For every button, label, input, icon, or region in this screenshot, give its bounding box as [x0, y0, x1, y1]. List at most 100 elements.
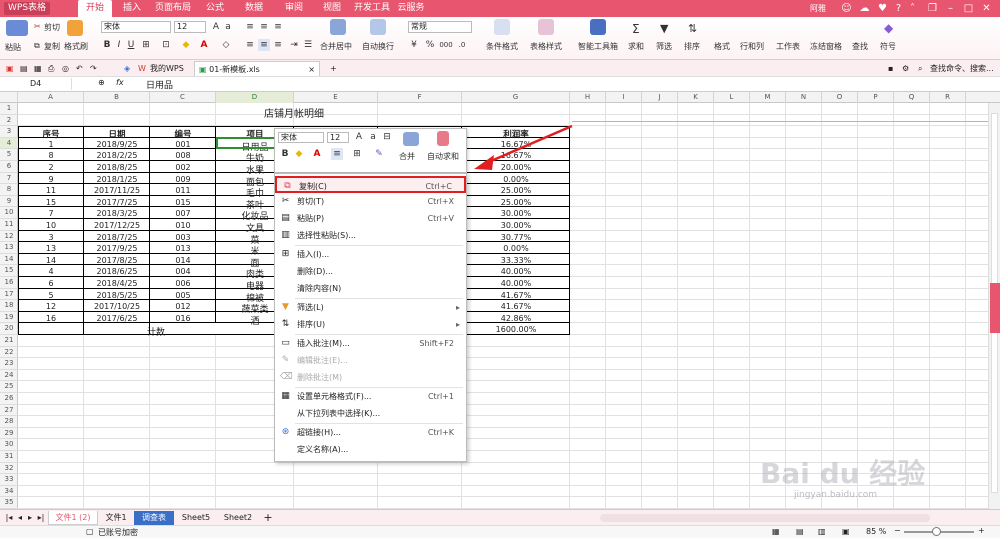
row-header[interactable]: 10	[0, 207, 18, 219]
mini-merge-icon[interactable]	[403, 132, 419, 146]
smart-tools-icon[interactable]	[590, 19, 606, 35]
table-cell[interactable]: 001	[150, 140, 216, 149]
table-cell[interactable]: 005	[150, 291, 216, 300]
font-name-select[interactable]: 宋体	[101, 21, 171, 33]
first-sheet-icon[interactable]: |◂	[4, 511, 14, 525]
zoom-in-icon[interactable]: +	[978, 526, 985, 535]
ribbon-collapse-icon[interactable]: ˄	[906, 2, 919, 15]
mini-border-icon[interactable]: ⊞	[351, 148, 363, 160]
ribbon-tab[interactable]: 公式	[198, 0, 232, 17]
column-header[interactable]: C	[150, 92, 216, 103]
table-cell[interactable]: 2018/9/25	[84, 140, 150, 149]
sort-button[interactable]: 排序	[684, 41, 700, 52]
table-cell[interactable]: 41.67%	[462, 291, 570, 300]
search-icon[interactable]: ⌕	[914, 61, 926, 76]
mini-size-select[interactable]: 12	[327, 132, 349, 143]
mini-font-grow-icon[interactable]: A	[353, 131, 365, 143]
column-header[interactable]: D	[216, 92, 294, 103]
normal-view-icon[interactable]: ▦	[772, 527, 780, 536]
cube-icon[interactable]: ◈	[120, 61, 134, 76]
format-painter-icon[interactable]	[67, 20, 83, 36]
table-cell[interactable]: 14	[18, 256, 84, 265]
column-header[interactable]: N	[786, 92, 822, 103]
align-middle-icon[interactable]: ≡	[258, 21, 270, 33]
mini-font-shrink-icon[interactable]: a	[367, 131, 379, 143]
vertical-scrollbar[interactable]	[988, 103, 1000, 509]
menu-item[interactable]: ▭ 插入批注(M)... Shift+F2	[275, 335, 466, 352]
close-icon[interactable]: ✕	[980, 2, 993, 15]
table-cell[interactable]: 30.00%	[462, 209, 570, 218]
column-header[interactable]: R	[930, 92, 966, 103]
row-header[interactable]: 12	[0, 231, 18, 243]
conditional-format-button[interactable]: 条件格式	[486, 41, 518, 52]
preview-icon[interactable]: ◎	[58, 61, 73, 76]
table-cell[interactable]: 16	[18, 314, 84, 323]
table-cell[interactable]: 2017/10/25	[84, 302, 150, 311]
row-header[interactable]: 6	[0, 161, 18, 173]
window-restore-icon[interactable]: ❐	[926, 2, 939, 15]
row-col-button[interactable]: 行和列	[740, 41, 764, 52]
row-header[interactable]: 30	[0, 439, 18, 451]
menu-item[interactable]: ▤ 粘贴(P) Ctrl+V	[275, 210, 466, 227]
row-header[interactable]: 11	[0, 219, 18, 231]
table-cell[interactable]: 2017/6/25	[84, 314, 150, 323]
column-header[interactable]: O	[822, 92, 858, 103]
table-cell[interactable]: 010	[150, 221, 216, 230]
symbol-button[interactable]: 符号	[880, 41, 896, 52]
table-cell[interactable]: 2018/5/25	[84, 291, 150, 300]
ribbon-tab[interactable]: 页面布局	[152, 0, 194, 17]
command-search-input[interactable]: 查找命令、搜索...	[926, 61, 998, 76]
file-tab[interactable]: ▣ 01-新模板.xls ×	[194, 61, 320, 76]
table-cell[interactable]: 12	[18, 302, 84, 311]
font-size-select[interactable]: 12	[174, 21, 206, 33]
redo-icon[interactable]: ↷	[86, 61, 101, 76]
next-sheet-icon[interactable]: ▸	[26, 511, 34, 525]
conditional-format-icon[interactable]	[494, 19, 510, 35]
row-header[interactable]: 23	[0, 358, 18, 370]
cut-icon[interactable]: ✂	[34, 22, 41, 31]
ribbon-tab[interactable]: 数据	[236, 0, 272, 17]
app-menu-button[interactable]: WPS表格	[4, 2, 51, 15]
wrap-icon[interactable]	[370, 19, 386, 35]
table-cell[interactable]: 30.77%	[462, 233, 570, 242]
table-cell[interactable]: 2018/4/25	[84, 279, 150, 288]
table-cell[interactable]: 1	[18, 140, 84, 149]
row-header[interactable]: 29	[0, 428, 18, 440]
fill-color-icon[interactable]: ◆	[180, 39, 192, 51]
align-center-icon[interactable]: ≡	[258, 39, 270, 51]
menu-item[interactable]: ⧉ 复制(C) Ctrl+C	[275, 176, 466, 193]
currency-icon[interactable]: ¥	[408, 39, 420, 51]
table-cell[interactable]: 011	[150, 186, 216, 195]
table-cell[interactable]: 014	[150, 256, 216, 265]
row-header[interactable]: 15	[0, 265, 18, 277]
table-cell[interactable]: 009	[150, 175, 216, 184]
menu-item[interactable]: ▼ 筛选(L) ▸	[275, 299, 466, 316]
font-grow-icon[interactable]: A	[210, 21, 222, 33]
copy-icon[interactable]: ⧉	[34, 41, 40, 51]
column-header[interactable]: H	[570, 92, 606, 103]
freeze-panes-button[interactable]: 冻结窗格	[810, 41, 842, 52]
row-header[interactable]: 1	[0, 103, 18, 115]
page-break-icon[interactable]: ▥	[818, 527, 826, 536]
table-cell[interactable]: 8	[18, 151, 84, 160]
table-cell[interactable]: 2018/6/25	[84, 267, 150, 276]
table-cell[interactable]: 0.00%	[462, 244, 570, 253]
sheet-tab[interactable]: 文件1	[100, 511, 132, 525]
column-header[interactable]: K	[678, 92, 714, 103]
column-header[interactable]: J	[642, 92, 678, 103]
row-header[interactable]: 9	[0, 196, 18, 208]
menu-item[interactable]: ▥ 选择性粘贴(S)...	[275, 227, 466, 244]
column-header[interactable]: G	[462, 92, 570, 103]
table-cell[interactable]: 5	[18, 291, 84, 300]
table-cell[interactable]: 10	[18, 221, 84, 230]
new-tab-icon[interactable]: +	[326, 61, 341, 76]
menu-item[interactable]: 定义名称(A)...	[275, 441, 466, 458]
menu-item[interactable]: ⊛ 超链接(H)... Ctrl+K	[275, 424, 466, 441]
table-cell[interactable]: 012	[150, 302, 216, 311]
mini-autosum-icon[interactable]	[437, 131, 449, 146]
table-cell[interactable]: 002	[150, 163, 216, 172]
table-cell[interactable]: 25.00%	[462, 186, 570, 195]
table-cell[interactable]: 42.86%	[462, 314, 570, 323]
sort-icon[interactable]: ⇅	[688, 22, 697, 35]
zoom-formula-icon[interactable]: ⊕	[98, 78, 105, 87]
